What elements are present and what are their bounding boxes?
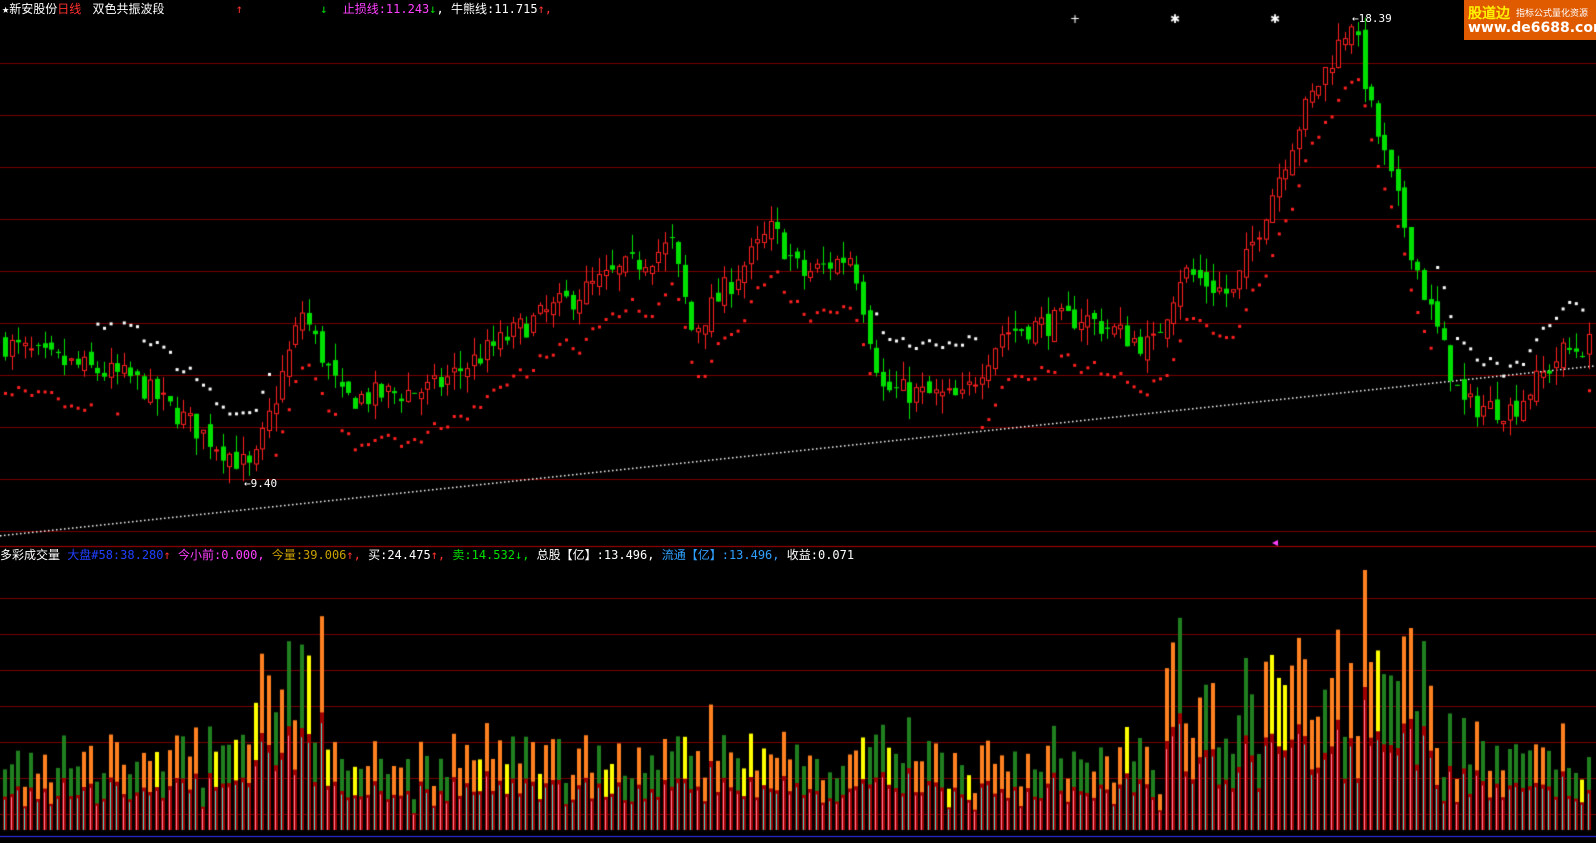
sell-value: 14.532 (471, 548, 515, 562)
total-shares-label: 总股【亿】: (536, 548, 604, 562)
big-label: 大盘#58: (67, 548, 121, 562)
profit-value: 0.071 (817, 548, 855, 562)
stop-loss-arrow-icon: ↓ (429, 2, 437, 16)
price-header: ★新安股份日线 双色共振波段 ↑ ↓ 止损线:11.243↓, 牛熊线:11.7… (2, 2, 553, 16)
bull-bear-label: 牛熊线: (450, 2, 495, 16)
total-shares-value: 13.496, (603, 548, 655, 562)
volume-header: 多彩成交量 大盘#58:38.280↑ 今小前:0.000, 今量:39.006… (0, 547, 854, 563)
arrow-down-icon: ↓ (320, 2, 328, 16)
low-price-label: ←9.40 (244, 477, 278, 490)
logo-slogan: 指标公式量化资源 (1516, 9, 1589, 19)
bull-bear-value: 11.715 (494, 2, 538, 16)
stop-loss-label: 止损线: (342, 2, 386, 16)
buy-arrow-icon: ↑, (430, 548, 446, 562)
vol-label: 今量: (271, 548, 304, 562)
vol-value: 39.006 (303, 548, 347, 562)
float-shares-label: 流通【亿】: (661, 548, 729, 562)
price-volume-chart[interactable] (0, 0, 1596, 843)
small-label: 今小前: (177, 548, 222, 562)
vol-arrow-icon: ↑, (346, 548, 361, 562)
big-value: 38.280 (120, 548, 164, 562)
logo-url: www.de6688.com (1468, 20, 1596, 36)
arrow-up-icon: ↑ (235, 2, 243, 16)
period-label[interactable]: 日线 (57, 2, 81, 16)
buy-label: 买: (368, 548, 388, 562)
watermark-logo: 股道边 指标公式量化资源 www.de6688.com (1464, 0, 1596, 40)
volume-title: 多彩成交量 (0, 548, 61, 562)
stop-loss-value: 11.243 (385, 2, 430, 16)
sell-label: 卖: (452, 548, 472, 562)
indicator-name: 双色共振波段 (92, 2, 165, 16)
buy-value: 24.475 (387, 548, 431, 562)
float-shares-value: 13.496, (728, 548, 780, 562)
profit-label: 收益: (786, 548, 818, 562)
big-arrow-icon: ↑ (163, 548, 171, 562)
small-value: 0.000, (221, 548, 265, 562)
bull-bear-arrow-icon: ↑, (537, 2, 553, 16)
high-price-label: ←18.39 (1352, 12, 1392, 25)
sell-arrow-icon: ↓, (514, 548, 530, 562)
stock-name: 新安股份 (9, 2, 58, 16)
